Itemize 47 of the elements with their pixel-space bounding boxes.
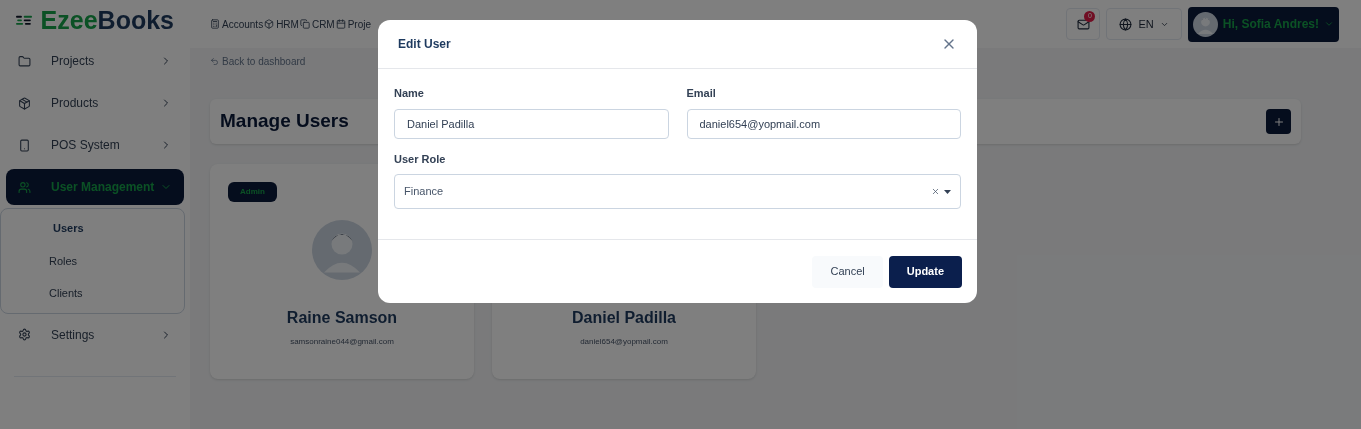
- menu-icon: [18, 96, 31, 110]
- chevron-down-icon: [1324, 19, 1334, 29]
- user-email: samsonraine044@gmail.com: [290, 336, 394, 348]
- dropdown-caret-icon: [944, 189, 951, 194]
- text-input[interactable]: Daniel Padilla: [394, 108, 669, 139]
- nav-icon: [210, 19, 220, 29]
- back-icon: [210, 57, 219, 66]
- submenu-item[interactable]: Users: [1, 217, 184, 240]
- nav-icon: [264, 19, 275, 29]
- language-button[interactable]: EN: [1106, 8, 1182, 40]
- menu-icon: [18, 54, 31, 68]
- nav-link[interactable]: Proje: [335, 16, 372, 32]
- user-email: daniel654@yopmail.com: [580, 336, 668, 348]
- submenu-item[interactable]: Roles: [1, 249, 184, 272]
- mail-icon: [1077, 17, 1090, 31]
- clear-icon: [931, 187, 940, 196]
- sidebar-item[interactable]: Settings: [6, 316, 184, 353]
- avatar-icon: [1192, 11, 1218, 37]
- nav-link[interactable]: Accounts: [210, 16, 264, 32]
- menu-icon: [18, 328, 31, 341]
- brand-logo: EzeeBooks: [40, 7, 174, 33]
- globe-icon: [1119, 17, 1133, 31]
- role-select[interactable]: Finance: [394, 174, 961, 209]
- cancel-button[interactable]: Cancel: [812, 255, 883, 288]
- back-link[interactable]: Back to dashboard: [210, 54, 1341, 69]
- sidebar-item[interactable]: Products: [6, 85, 184, 121]
- sidebar-item[interactable]: POS System: [6, 127, 184, 163]
- nav-icon: [299, 19, 310, 29]
- field-label: User Role: [394, 151, 447, 167]
- field-label: Name: [394, 86, 425, 101]
- user-name: Raine Samson: [286, 308, 398, 328]
- nav-link[interactable]: HRM: [264, 16, 299, 32]
- nav-icon: [335, 19, 346, 29]
- dialog-title: Edit User: [398, 36, 452, 53]
- user-name: Daniel Padilla: [571, 308, 676, 328]
- text-input[interactable]: daniel654@yopmail.com: [686, 108, 961, 139]
- nav-link[interactable]: CRM: [299, 16, 335, 32]
- page-title: Manage Users: [220, 109, 349, 134]
- update-button[interactable]: Update: [888, 255, 962, 288]
- sidebar-item[interactable]: Projects: [6, 43, 184, 79]
- submenu-item[interactable]: Clients: [1, 282, 184, 305]
- menu-icon: [18, 180, 31, 194]
- add-button[interactable]: [1266, 109, 1291, 134]
- menu-icon: [18, 138, 31, 152]
- role-badge: Admin: [228, 182, 277, 202]
- field-label: Email: [686, 86, 717, 101]
- plus-icon: [1272, 115, 1285, 128]
